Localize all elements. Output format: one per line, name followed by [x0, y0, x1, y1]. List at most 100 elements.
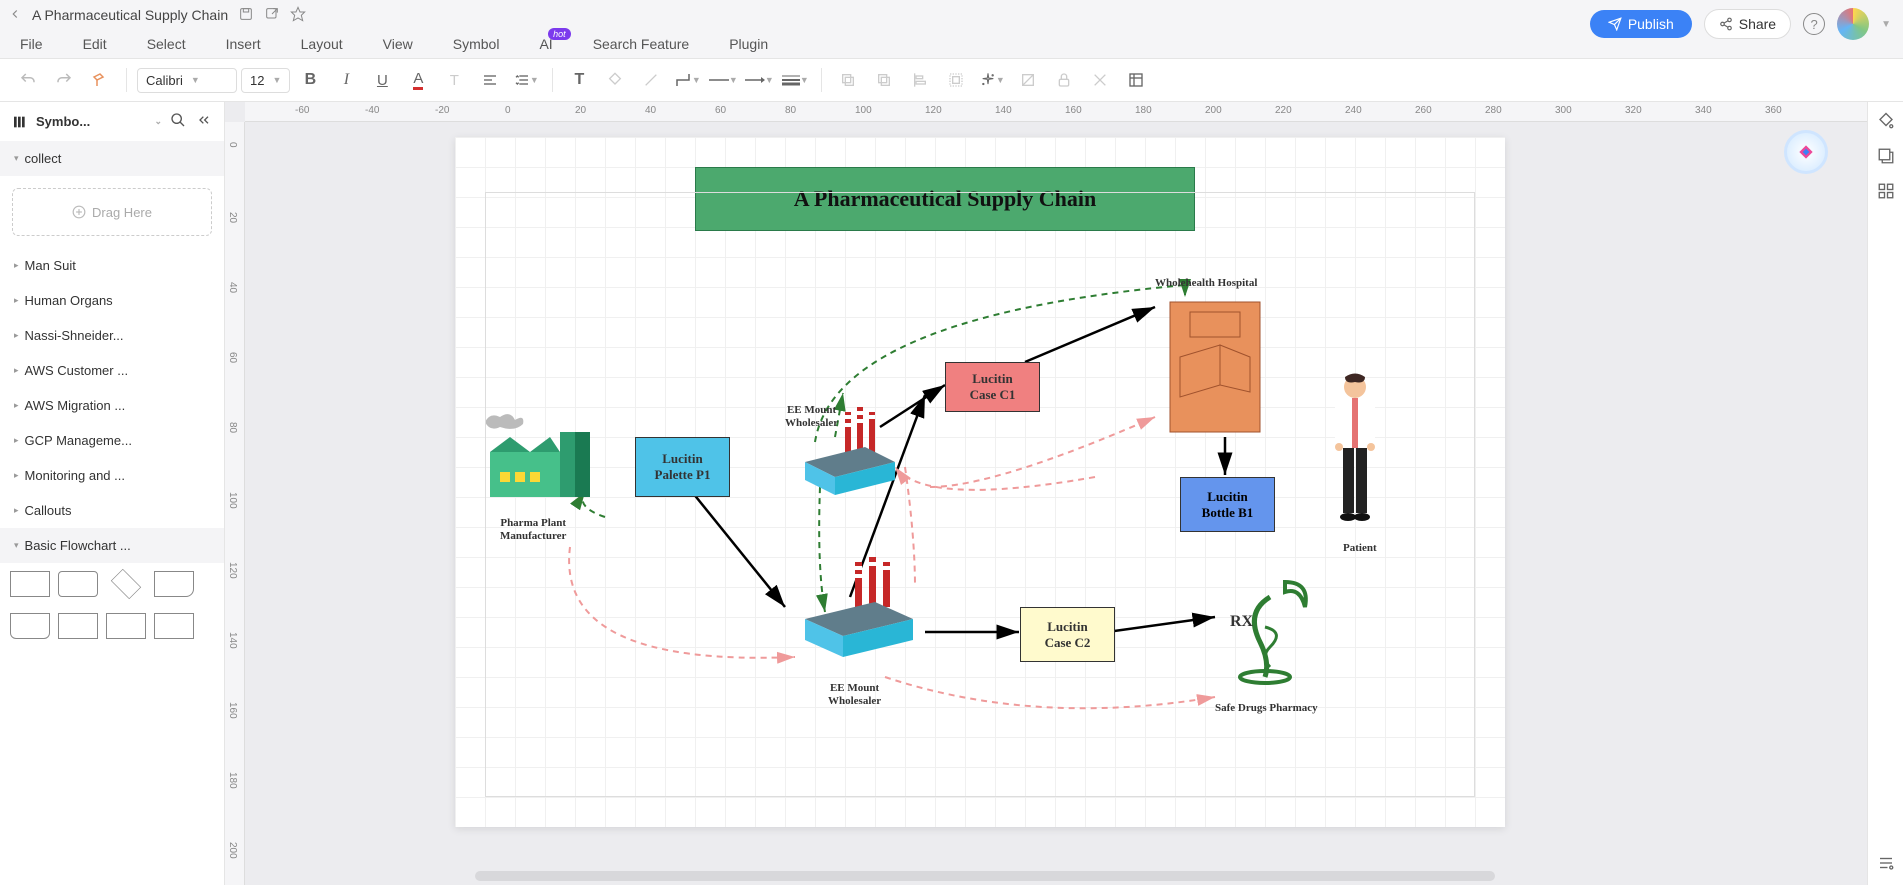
diagram-page[interactable]: A Pharmaceutical Supply Chain Pharma Pla… [455, 137, 1505, 827]
category-collect[interactable]: ▾collect [0, 141, 224, 176]
ruler-tick: 0 [505, 105, 511, 116]
line-spacing-button[interactable]: ▼ [510, 64, 542, 96]
format-painter-button[interactable] [84, 64, 116, 96]
ruler-tick: 80 [227, 422, 238, 433]
align-left-button[interactable] [904, 64, 936, 96]
list-icon[interactable] [1877, 854, 1895, 875]
table-button[interactable] [1120, 64, 1152, 96]
shape-document[interactable] [154, 571, 194, 597]
diagram-title[interactable]: A Pharmaceutical Supply Chain [695, 167, 1195, 231]
category-item[interactable]: ▸Human Organs [0, 283, 224, 318]
back-icon[interactable] [8, 7, 22, 24]
canvas-area[interactable]: -60 -40 -20 0 20 40 60 80 100 120 140 16… [225, 102, 1903, 885]
tools-button[interactable] [1084, 64, 1116, 96]
connector-button[interactable]: ▼ [671, 64, 703, 96]
horizontal-scrollbar[interactable] [475, 871, 1495, 881]
crop-button[interactable] [1012, 64, 1044, 96]
category-item[interactable]: ▸Nassi-Shneider... [0, 318, 224, 353]
ruler-tick: 140 [227, 632, 238, 649]
ruler-tick: 20 [227, 212, 238, 223]
panel-title: Symbo... [36, 114, 146, 129]
category-basic-flowchart[interactable]: ▾Basic Flowchart ... [0, 528, 224, 563]
shape-misc[interactable] [10, 613, 50, 639]
factory-icon[interactable] [475, 402, 615, 502]
avatar-caret-icon[interactable]: ▼ [1881, 19, 1891, 30]
arrow-style-button[interactable]: ▼ [743, 64, 775, 96]
menu-insert[interactable]: Insert [226, 36, 261, 52]
category-item[interactable]: ▸GCP Manageme... [0, 423, 224, 458]
line-style-button[interactable]: ▼ [707, 64, 739, 96]
font-size-select[interactable]: 12▼ [241, 68, 290, 93]
triangle-down-icon: ▾ [14, 540, 19, 551]
warehouse-icon[interactable] [795, 557, 925, 667]
category-item[interactable]: ▸AWS Migration ... [0, 388, 224, 423]
text-color-button[interactable]: A [402, 64, 434, 96]
panel-caret-icon[interactable]: ⌄ [154, 116, 162, 127]
search-icon[interactable] [170, 112, 186, 131]
case-c1-box[interactable]: LucitinCase C1 [945, 362, 1040, 412]
pharmacy-icon[interactable] [1215, 572, 1315, 692]
menu-layout[interactable]: Layout [301, 36, 343, 52]
menu-ai[interactable]: AI hot [539, 36, 552, 52]
menu-edit[interactable]: Edit [83, 36, 107, 52]
line-weight-button[interactable]: ▼ [779, 64, 811, 96]
front-button[interactable] [868, 64, 900, 96]
export-icon[interactable] [264, 6, 280, 25]
category-label: AWS Customer ... [25, 363, 129, 378]
category-item[interactable]: ▸Man Suit [0, 248, 224, 283]
underline-button[interactable]: U [366, 64, 398, 96]
ruler-tick: 240 [1345, 105, 1362, 116]
menu-view[interactable]: View [383, 36, 413, 52]
palette-box[interactable]: LucitinPalette P1 [635, 437, 730, 497]
bold-button[interactable]: B [294, 64, 326, 96]
shape-rounded-rect[interactable] [58, 571, 98, 597]
menu-search-feature[interactable]: Search Feature [593, 36, 690, 52]
save-icon[interactable] [238, 6, 254, 25]
shape-misc[interactable] [106, 613, 146, 639]
shape-misc[interactable] [58, 613, 98, 639]
star-icon[interactable] [290, 6, 306, 25]
ruler-tick: 0 [227, 142, 238, 148]
shape-misc[interactable] [154, 613, 194, 639]
behind-button[interactable] [832, 64, 864, 96]
redo-button[interactable] [48, 64, 80, 96]
collapse-icon[interactable] [196, 112, 212, 131]
hospital-icon[interactable] [1165, 297, 1265, 437]
menu-plugin[interactable]: Plugin [729, 36, 768, 52]
fill-button[interactable] [599, 64, 631, 96]
effects-button[interactable]: ▼ [976, 64, 1008, 96]
line-color-button[interactable] [635, 64, 667, 96]
menu-file[interactable]: File [20, 36, 43, 52]
category-item[interactable]: ▸Callouts [0, 493, 224, 528]
shape-rectangle[interactable] [10, 571, 50, 597]
ruler-tick: 160 [227, 702, 238, 719]
font-size: 12 [250, 73, 264, 88]
undo-button[interactable] [12, 64, 44, 96]
lock-button[interactable] [1048, 64, 1080, 96]
category-item[interactable]: ▸AWS Customer ... [0, 353, 224, 388]
italic-button[interactable]: I [330, 64, 362, 96]
paint-icon[interactable] [1877, 112, 1895, 133]
case-c2-box[interactable]: LucitinCase C2 [1020, 607, 1115, 662]
triangle-right-icon: ▸ [14, 400, 19, 411]
font-select[interactable]: Calibri▼ [137, 68, 237, 93]
align-button[interactable] [474, 64, 506, 96]
insert-icon[interactable] [1877, 147, 1895, 168]
ruler-tick: 200 [227, 842, 238, 859]
shape-diamond[interactable] [111, 569, 141, 599]
ruler-tick: -60 [295, 105, 309, 116]
patient-icon[interactable] [1325, 372, 1385, 532]
menu-select[interactable]: Select [147, 36, 186, 52]
wholesaler2-label: EE MountWholesaler [828, 682, 881, 708]
text-format-button[interactable]: T [438, 64, 470, 96]
ai-assistant-bubble[interactable] [1784, 130, 1828, 174]
group-button[interactable] [940, 64, 972, 96]
bottle-box[interactable]: LucitinBottle B1 [1180, 477, 1275, 532]
drag-here-zone[interactable]: Drag Here [12, 188, 212, 236]
text-tool-button[interactable]: T [563, 64, 595, 96]
ruler-tick: 220 [1275, 105, 1292, 116]
menu-symbol[interactable]: Symbol [453, 36, 500, 52]
ruler-tick: -40 [365, 105, 379, 116]
category-item[interactable]: ▸Monitoring and ... [0, 458, 224, 493]
apps-icon[interactable] [1877, 182, 1895, 203]
